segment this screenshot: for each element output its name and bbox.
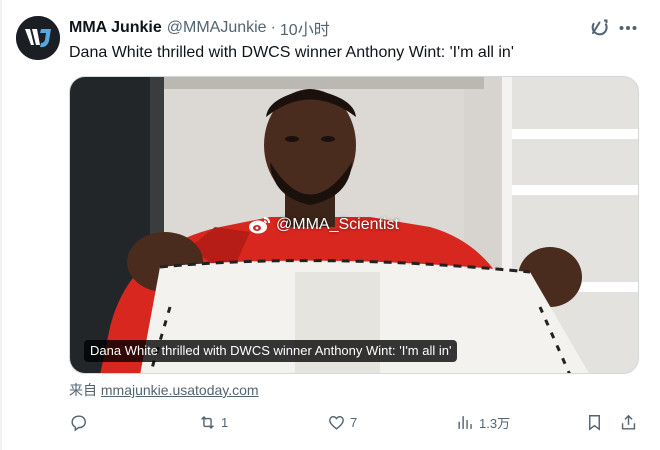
mma-junkie-logo-icon bbox=[16, 16, 60, 60]
tweet-actions: 1 7 1.3万 bbox=[69, 410, 639, 434]
tweet-header: MMA Junkie @MMAJunkie · 10小时 bbox=[69, 17, 330, 39]
more-dots-icon bbox=[619, 26, 637, 30]
author-name[interactable]: MMA Junkie bbox=[69, 19, 162, 37]
like-count: 7 bbox=[350, 414, 358, 430]
retweet-icon bbox=[201, 415, 214, 429]
reply-icon bbox=[71, 414, 86, 431]
author-handle[interactable]: @MMAJunkie bbox=[167, 19, 267, 37]
grok-button[interactable] bbox=[587, 17, 611, 39]
tweet-timestamp[interactable]: 10小时 bbox=[280, 16, 330, 40]
weibo-icon bbox=[249, 217, 270, 234]
card-source[interactable]: 来自 mmajunkie.usatoday.com bbox=[69, 380, 259, 400]
source-prefix: 来自 bbox=[69, 382, 97, 398]
more-options-button[interactable] bbox=[617, 17, 639, 39]
views-count: 1.3万 bbox=[479, 415, 511, 431]
heart-icon bbox=[329, 415, 344, 430]
tweet-text: Dana White thrilled with DWCS winner Ant… bbox=[69, 44, 514, 61]
tweet-article[interactable]: MMA Junkie @MMAJunkie · 10小时 Dana White … bbox=[0, 0, 660, 450]
grok-icon bbox=[591, 19, 608, 36]
views-button[interactable]: 1.3万 bbox=[456, 410, 510, 434]
share-icon bbox=[621, 414, 636, 430]
timeline-divider bbox=[0, 0, 2, 450]
retweet-button[interactable]: 1 bbox=[198, 410, 228, 434]
source-domain[interactable]: mmajunkie.usatoday.com bbox=[101, 382, 259, 398]
share-button[interactable] bbox=[619, 410, 638, 434]
reply-button[interactable] bbox=[69, 410, 92, 434]
like-button[interactable]: 7 bbox=[327, 410, 357, 434]
avatar[interactable] bbox=[16, 16, 60, 60]
watermark-text: @MMA_Scientist bbox=[276, 216, 399, 233]
link-card[interactable]: @MMA_Scientist Dana White thrilled with … bbox=[69, 76, 639, 374]
card-caption: Dana White thrilled with DWCS winner Ant… bbox=[84, 340, 458, 362]
retweet-count: 1 bbox=[221, 414, 229, 430]
bookmark-button[interactable] bbox=[585, 410, 604, 434]
views-icon bbox=[458, 415, 472, 429]
watermark: @MMA_Scientist bbox=[248, 215, 399, 235]
bookmark-icon bbox=[589, 414, 600, 431]
header-separator: · bbox=[270, 19, 276, 36]
